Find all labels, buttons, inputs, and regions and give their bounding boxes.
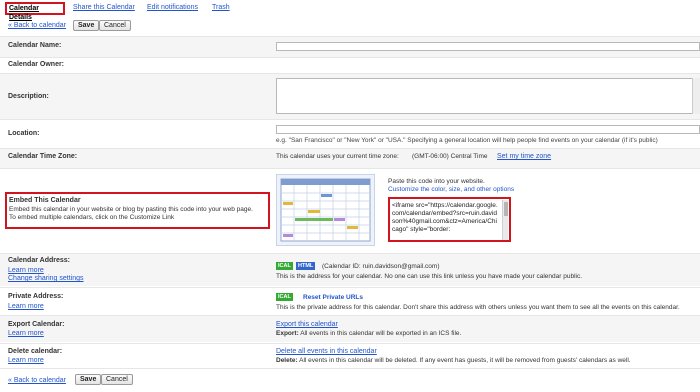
private-address-label: Private Address: <box>8 293 64 300</box>
bottom-back-to-calendar-link[interactable]: « Back to calendar <box>8 377 66 384</box>
row-export <box>0 315 700 342</box>
description-scrollbar[interactable] <box>692 78 700 114</box>
tab-share[interactable]: Share this Calendar <box>73 4 135 11</box>
export-calendar-link[interactable]: Export this calendar <box>276 321 338 328</box>
timezone-label: Calendar Time Zone: <box>8 153 78 160</box>
set-time-zone-link[interactable]: Set my time zone <box>497 153 551 160</box>
embed-code-textarea[interactable]: <iframe src="https://calendar.google.com… <box>388 197 511 242</box>
location-label: Location: <box>8 130 40 137</box>
calendar-name-label: Calendar Name: <box>8 42 62 49</box>
export-learn-more[interactable]: Learn more <box>8 330 44 337</box>
description-textarea[interactable] <box>276 78 700 114</box>
tab-trash[interactable]: Trash <box>212 4 230 11</box>
save-button[interactable]: Save <box>73 20 100 31</box>
change-sharing-settings-link[interactable]: Change sharing settings <box>8 275 84 282</box>
delete-label: Delete calendar: <box>8 348 63 355</box>
embed-multiple-note: To embed multiple calendars, click on th… <box>9 214 175 221</box>
ical-badge[interactable]: ICAL <box>276 262 293 270</box>
delete-desc-text: All events in this calendar will be dele… <box>299 357 631 364</box>
calendar-address-label: Calendar Address: <box>8 257 70 264</box>
timezone-value: (GMT-06:00) Central Time <box>412 153 488 160</box>
location-hint: e.g. "San Francisco" or "New York" or "U… <box>276 137 658 144</box>
location-input[interactable] <box>276 125 700 134</box>
customize-link[interactable]: Customize the color, size, and other opt… <box>388 186 514 193</box>
embed-calendar-highlight: Embed This Calendar Embed this calendar … <box>5 192 270 229</box>
embed-code-text: <iframe src="https://calendar.google.com… <box>392 202 498 233</box>
delete-all-events-link[interactable]: Delete all events in this calendar <box>276 348 377 355</box>
reset-private-urls-link[interactable]: Reset Private URLs <box>303 294 363 301</box>
export-desc-bold: Export: <box>276 330 299 337</box>
paste-code-text: Paste this code into your website. <box>388 178 485 185</box>
calendar-preview-image <box>276 174 375 246</box>
calendar-owner-label: Calendar Owner: <box>8 61 65 68</box>
delete-desc: Delete: All events in this calendar will… <box>276 357 631 364</box>
calendar-address-desc: This is the address for your calendar. N… <box>276 273 583 280</box>
bottom-cancel-button[interactable]: Cancel <box>101 374 133 385</box>
calendar-name-input[interactable] <box>276 42 700 51</box>
back-to-calendar-link[interactable]: « Back to calendar <box>8 22 66 29</box>
export-label: Export Calendar: <box>8 321 65 328</box>
bottom-save-button[interactable]: Save <box>75 374 102 385</box>
tab-calendar-details[interactable]: Calendar Details <box>5 2 65 21</box>
private-address-learn-more[interactable]: Learn more <box>8 303 44 310</box>
tab-edit-notifications[interactable]: Edit notifications <box>147 4 198 11</box>
timezone-text: This calendar uses your current time zon… <box>276 153 399 160</box>
embed-title: Embed This Calendar <box>9 197 81 204</box>
calendar-thumbnail-icon <box>280 178 371 242</box>
delete-learn-more[interactable]: Learn more <box>8 357 44 364</box>
cancel-button[interactable]: Cancel <box>99 20 131 31</box>
export-desc: Export: All events in this calendar will… <box>276 330 461 337</box>
embed-code-scrollbar[interactable] <box>502 200 508 240</box>
delete-desc-bold: Delete: <box>276 357 298 364</box>
html-badge[interactable]: HTML <box>296 262 316 270</box>
calendar-address-learn-more[interactable]: Learn more <box>8 267 44 274</box>
tab-bar: Calendar Details Share this Calendar Edi… <box>5 0 700 21</box>
description-label: Description: <box>8 93 49 100</box>
export-desc-text: All events in this calendar will be expo… <box>300 330 462 337</box>
calendar-id-text: (Calendar ID: ruin.davidson@gmail.com) <box>322 263 440 270</box>
embed-description: Embed this calendar in your website or b… <box>9 206 253 213</box>
private-ical-badge[interactable]: ICAL <box>276 293 293 301</box>
private-address-desc: This is the private address for this cal… <box>276 304 680 311</box>
